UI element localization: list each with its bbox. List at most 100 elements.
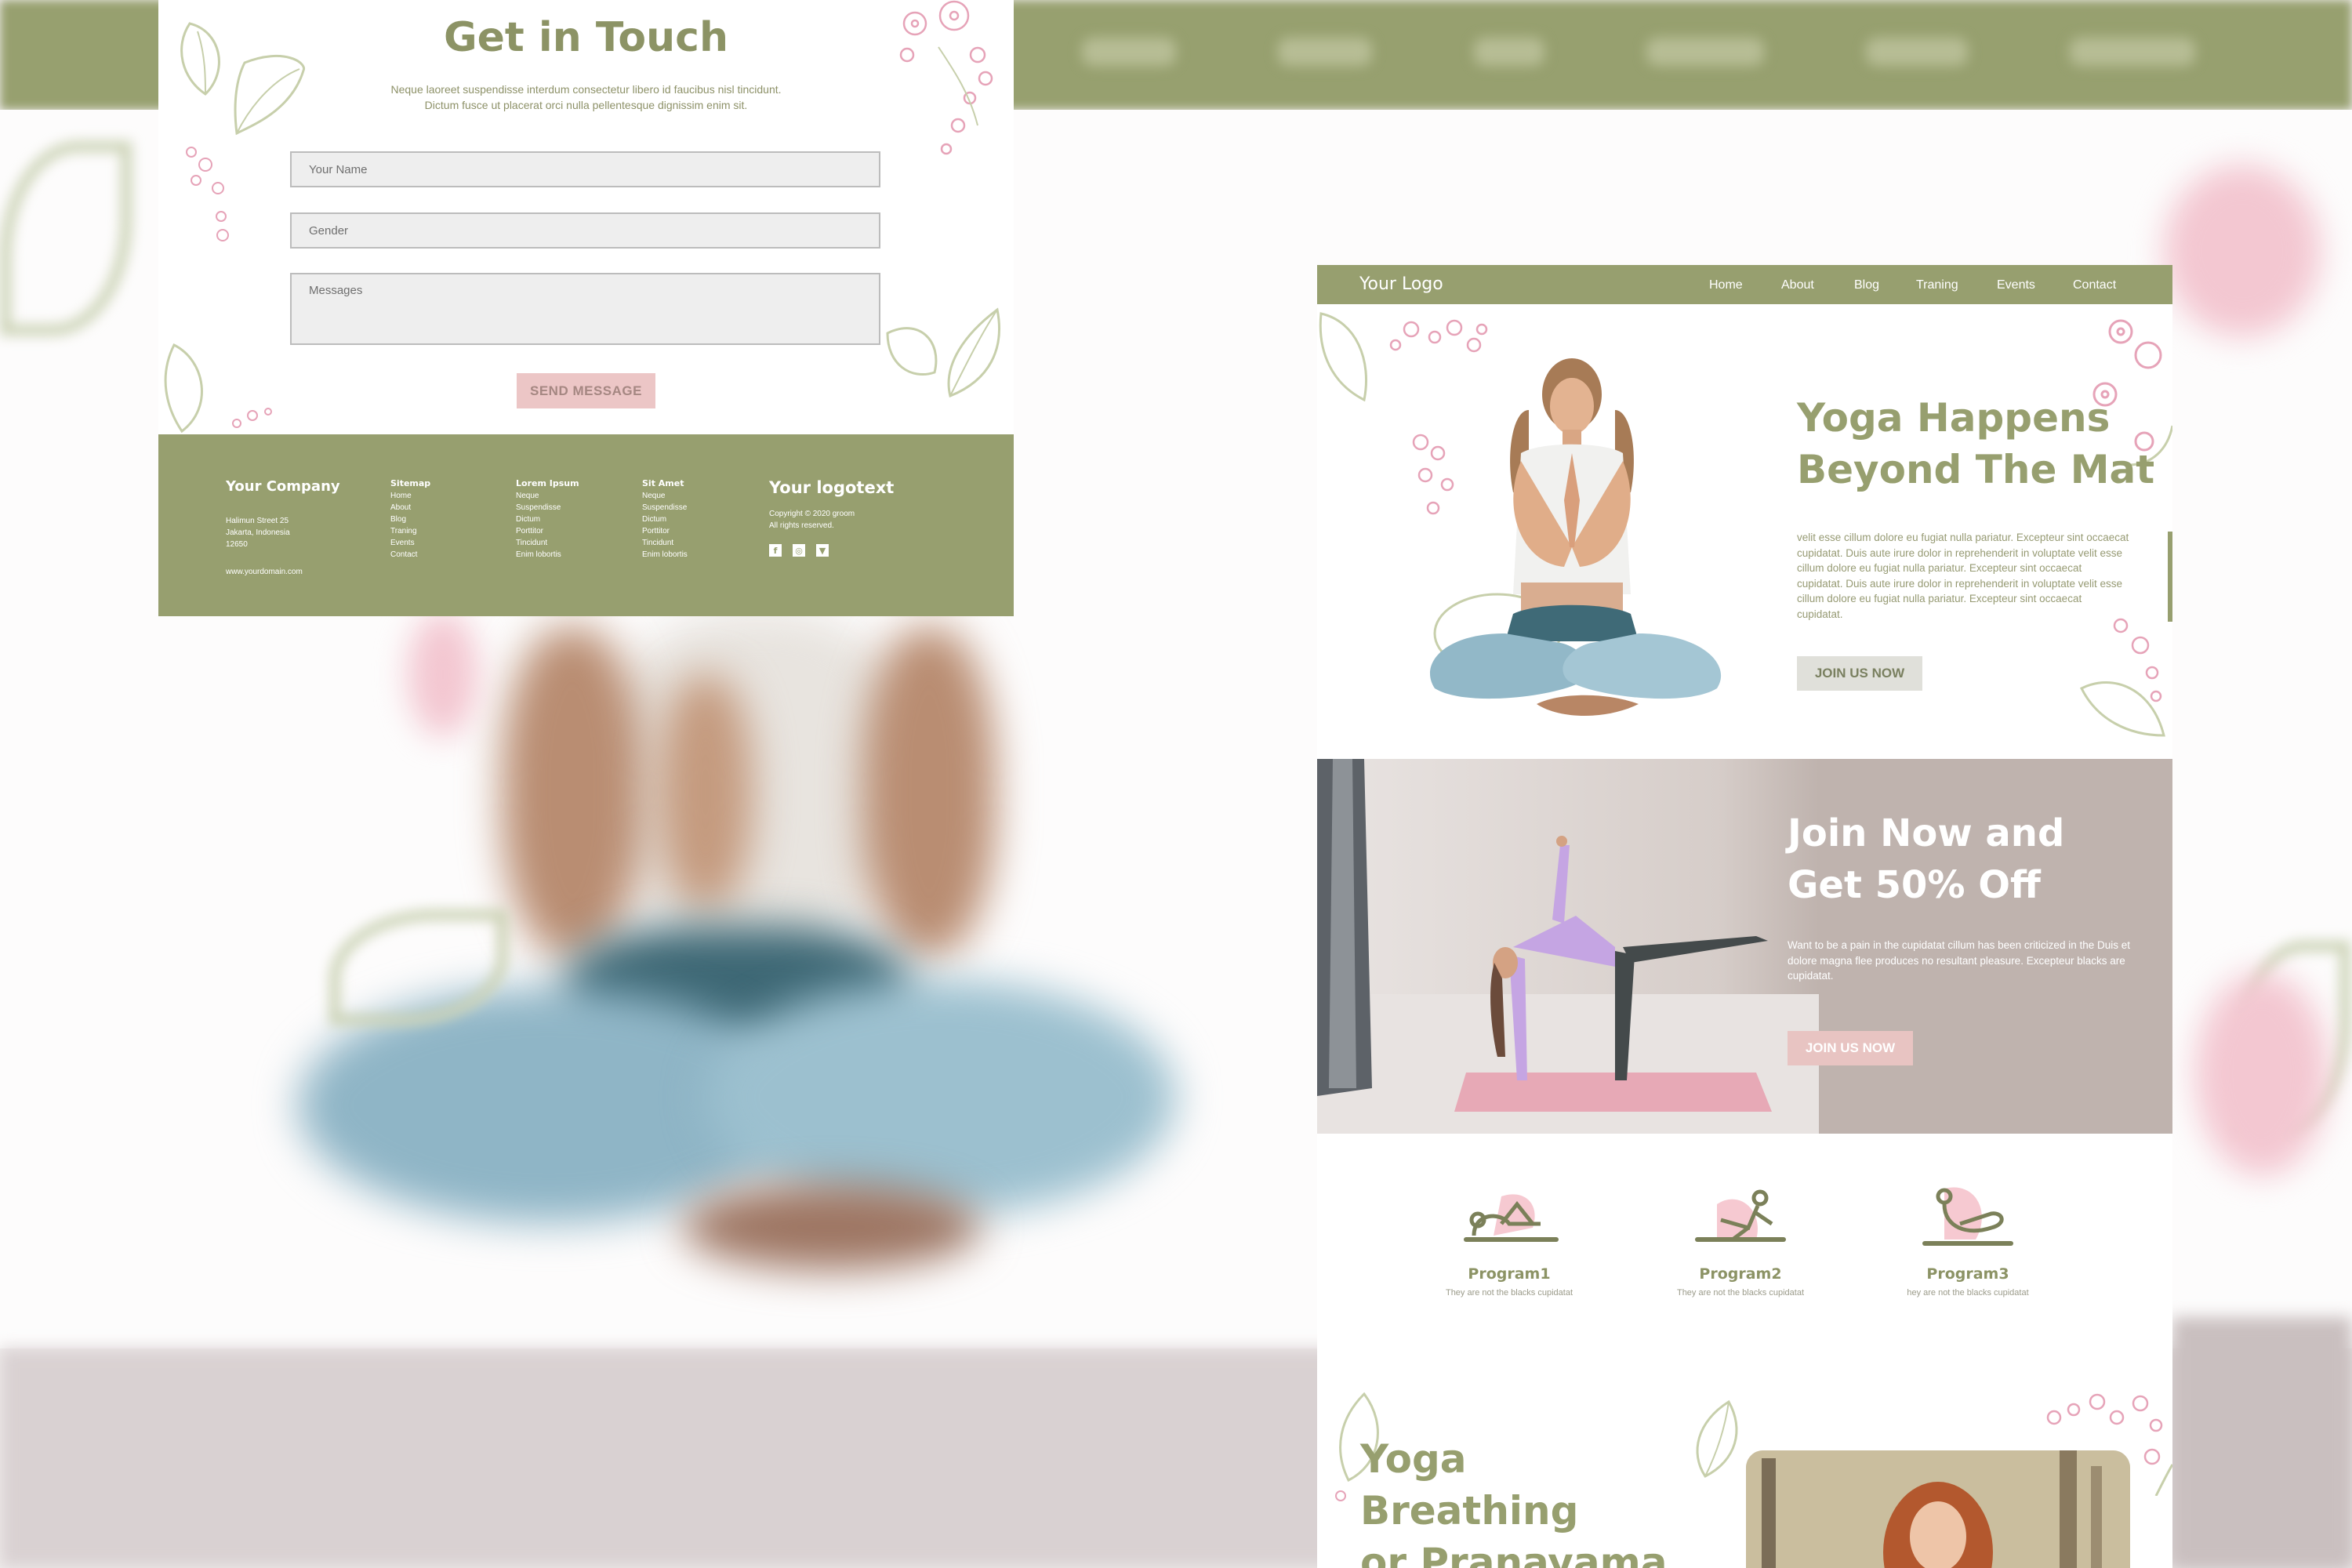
background-nav-blur — [1866, 38, 1968, 66]
background-person-leg — [706, 980, 1176, 1215]
background-person-arm — [502, 627, 643, 956]
background-flower — [408, 612, 478, 737]
site-logo[interactable]: Your Logo — [1359, 274, 1443, 294]
program-name: Program2 — [1699, 1265, 1782, 1283]
footer-link[interactable]: Porttitor — [642, 525, 688, 537]
promo-description: Want to be a pain in the cupidatat cillu… — [1788, 939, 2130, 982]
background-nav-blur — [1646, 38, 1764, 66]
landing-navbar: Your Logo Home About Blog Traning Events… — [1317, 265, 2172, 304]
promo-join-button[interactable]: JOIN US NOW — [1788, 1031, 1913, 1065]
footer-website-link[interactable]: www.yourdomain.com — [226, 566, 340, 578]
footer-logo-column: Your logotext Copyright © 2020 groom All… — [769, 478, 894, 557]
messages-textarea[interactable] — [290, 273, 880, 345]
footer-link-events[interactable]: Events — [390, 537, 430, 549]
hero-title-line: Beyond The Mat — [1797, 447, 2155, 492]
leaf-icon — [2079, 618, 2165, 737]
promo-title: Join Now and Get 50% Off — [1788, 808, 2156, 911]
footer-link[interactable]: Neque — [642, 490, 688, 502]
footer-company-name: Your Company — [226, 478, 340, 495]
background-nav-blur — [1082, 38, 1176, 66]
contact-title: Get in Touch — [443, 14, 728, 61]
contact-footer: Your Company Halimun Street 25 Jakarta, … — [158, 434, 1014, 616]
program-card-2[interactable]: Program2 They are not the blacks cupidat… — [1666, 1181, 1815, 1299]
yoga-pose-icon — [1695, 1189, 1786, 1242]
footer-company-column: Your Company Halimun Street 25 Jakarta, … — [226, 478, 340, 578]
breathing-title-line: Yoga Breathing — [1360, 1436, 1579, 1534]
footer-link-contact[interactable]: Contact — [390, 549, 430, 561]
footer-address-line: 12650 — [226, 540, 248, 549]
footer-address-line: Halimun Street 25 — [226, 517, 289, 525]
program-description: They are not the blacks cupidatat — [1676, 1288, 1805, 1298]
nav-blog[interactable]: Blog — [1854, 278, 1879, 292]
promo-yoga-photo — [1317, 759, 1819, 1134]
yoga-pose-icon — [1464, 1194, 1559, 1242]
footer-link[interactable]: Neque — [516, 490, 579, 502]
gender-input[interactable] — [290, 212, 880, 249]
promo-title-line: Get 50% Off — [1788, 863, 2041, 907]
footer-link[interactable]: Enim lobortis — [642, 549, 688, 561]
footer-sitemap-column: Sitemap Home About Blog Traning Events C… — [390, 478, 430, 561]
footer-sitamet-column: Sit Amet Neque Suspendisse Dictum Portti… — [642, 478, 688, 561]
send-message-button[interactable]: SEND MESSAGE — [517, 373, 655, 408]
footer-link[interactable]: Suspendisse — [642, 502, 688, 514]
nav-events[interactable]: Events — [1997, 278, 2035, 292]
name-input[interactable] — [290, 151, 880, 187]
contact-description-line: Dictum fusce ut placerat orci nulla pell… — [424, 99, 748, 111]
background-person-feet — [682, 1184, 980, 1270]
nav-contact[interactable]: Contact — [2073, 278, 2116, 292]
instagram-icon[interactable]: ◎ — [793, 544, 805, 557]
footer-rights: All rights reserved. — [769, 521, 834, 530]
background-flower — [2164, 165, 2321, 337]
nav-traning[interactable]: Traning — [1916, 278, 1958, 292]
hero-join-button[interactable]: JOIN US NOW — [1797, 656, 1922, 691]
footer-social-links: f ◎ ▼ — [769, 544, 894, 557]
leaf-icon — [164, 343, 272, 434]
contact-card: Get in Touch Neque laoreet suspendisse i… — [158, 0, 1014, 616]
footer-link-blog[interactable]: Blog — [390, 514, 430, 525]
program-card-1[interactable]: Program1 They are not the blacks cupidat… — [1435, 1181, 1584, 1299]
footer-logotext: Your logotext — [769, 478, 895, 497]
footer-link[interactable]: Tincidunt — [516, 537, 579, 549]
footer-link-about[interactable]: About — [390, 502, 430, 514]
promo-title-line: Join Now and — [1788, 811, 2065, 855]
footer-link-traning[interactable]: Traning — [390, 525, 430, 537]
program-description: hey are not the blacks cupidatat — [1907, 1288, 2029, 1298]
program-name: Program3 — [1926, 1265, 2009, 1283]
nav-home[interactable]: Home — [1709, 278, 1743, 292]
nav-about[interactable]: About — [1781, 278, 1814, 292]
footer-link[interactable]: Porttitor — [516, 525, 579, 537]
footer-link[interactable]: Dictum — [642, 514, 688, 525]
breathing-photo — [1746, 1450, 2130, 1568]
program-card-3[interactable]: Program3 hey are not the blacks cupidata… — [1893, 1181, 2042, 1299]
footer-sitemap-heading: Sitemap — [390, 478, 431, 488]
background-nav-blur — [1278, 38, 1372, 66]
program-name: Program1 — [1468, 1265, 1551, 1283]
footer-link[interactable]: Suspendisse — [516, 502, 579, 514]
background-person-arm — [862, 627, 996, 956]
footer-link[interactable]: Dictum — [516, 514, 579, 525]
contact-description: Neque laoreet suspendisse interdum conse… — [354, 82, 818, 113]
leaf-icon — [886, 307, 1000, 398]
leaf-icon — [1696, 1399, 1738, 1478]
twitter-icon[interactable]: ▼ — [816, 544, 829, 557]
scroll-accent — [2168, 532, 2172, 622]
background-shade — [2172, 1317, 2352, 1568]
breathing-title-line: or Pranayama — [1360, 1540, 1668, 1568]
footer-lorem-column: Lorem Ipsum Neque Suspendisse Dictum Por… — [516, 478, 579, 561]
footer-link[interactable]: Tincidunt — [642, 537, 688, 549]
footer-sitamet-heading: Sit Amet — [642, 478, 684, 488]
hero-description: velit esse cillum dolore eu fugiat nulla… — [1797, 532, 2129, 620]
footer-lorem-heading: Lorem Ipsum — [516, 478, 579, 488]
background-person-hands — [659, 674, 753, 909]
hero-title: Yoga Happens Beyond The Mat — [1797, 392, 2158, 495]
footer-link[interactable]: Enim lobortis — [516, 549, 579, 561]
contact-description-line: Neque laoreet suspendisse interdum conse… — [390, 83, 782, 96]
background-nav-blur — [1474, 38, 1544, 66]
footer-copyright: Copyright © 2020 groom — [769, 510, 855, 518]
yoga-pose-icon — [1922, 1187, 2013, 1246]
facebook-icon[interactable]: f — [769, 544, 782, 557]
footer-address-line: Jakarta, Indonesia — [226, 528, 290, 537]
hero-title-line: Yoga Happens — [1797, 395, 2111, 441]
background-nav-blur — [2070, 38, 2195, 66]
footer-link-home[interactable]: Home — [390, 490, 430, 502]
